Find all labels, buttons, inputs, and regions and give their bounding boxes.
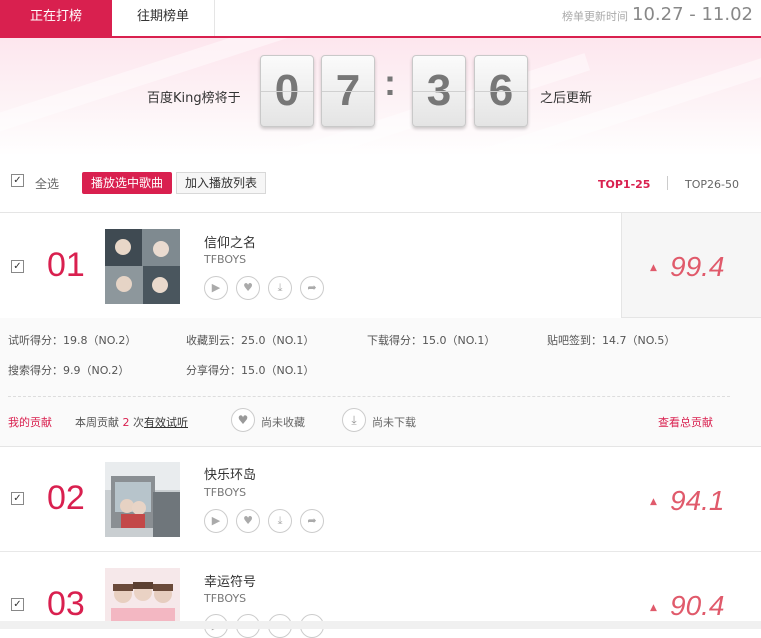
check-icon: ✓ (13, 261, 22, 272)
weekly-count: 2 (122, 416, 130, 429)
play-icon[interactable]: ▶ (204, 509, 228, 533)
check-icon: ✓ (13, 493, 22, 504)
up-arrow-icon: ▲ (650, 497, 657, 507)
rank-number-3: 03 (47, 585, 85, 623)
download-icon[interactable]: ⤓ (342, 408, 366, 432)
play-icon[interactable]: ▶ (204, 276, 228, 300)
countdown-prefix: 百度King榜将于 (147, 91, 241, 106)
update-time-label: 榜单更新时间 (562, 10, 628, 23)
tab-current-chart[interactable]: 正在打榜 (0, 0, 112, 36)
check-icon: ✓ (13, 175, 22, 186)
song-score-1: 99.4 (670, 251, 725, 282)
song-title-1[interactable]: 信仰之名 (204, 232, 256, 251)
stat-download: 下载得分：15.0（NO.1） (367, 334, 496, 347)
heart-icon[interactable]: ♥ (236, 276, 260, 300)
song-artist-3[interactable]: TFBOYS (204, 592, 246, 605)
add-to-playlist-button[interactable]: 加入播放列表 (176, 172, 266, 194)
song-artist-1[interactable]: TFBOYS (204, 253, 246, 266)
up-arrow-icon: ▲ (650, 603, 657, 613)
stat-share: 分享得分：15.0（NO.1） (186, 364, 315, 377)
status-bar (0, 621, 761, 629)
countdown-digit-1: 0 (260, 55, 314, 127)
heart-icon[interactable]: ♥ (231, 408, 255, 432)
share-icon[interactable]: ➦ (300, 509, 324, 533)
top-tab-bar: 正在打榜 往期榜单 榜单更新时间 10.27 - 11.02 (0, 0, 761, 38)
weekly-mid: 次 (133, 416, 144, 429)
countdown-colon: : (384, 62, 396, 103)
song-artist-2[interactable]: TFBOYS (204, 486, 246, 499)
update-time: 榜单更新时间 10.27 - 11.02 (562, 4, 753, 25)
song-score-2: 94.1 (670, 485, 725, 516)
song-score-3: 90.4 (670, 590, 725, 621)
song-title-3[interactable]: 幸运符号 (204, 571, 256, 590)
update-time-range: 10.27 - 11.02 (632, 4, 753, 25)
stat-listen: 试听得分：19.8（NO.2） (8, 334, 137, 347)
not-downloaded-label: 尚未下载 (372, 416, 416, 429)
not-collected-label: 尚未收藏 (261, 416, 305, 429)
heart-icon[interactable]: ♥ (236, 509, 260, 533)
album-cover-2[interactable] (105, 462, 180, 537)
album-cover-3[interactable] (105, 568, 180, 621)
tab-top26-50[interactable]: TOP26-50 (685, 178, 739, 191)
rank-number-1: 01 (47, 246, 85, 284)
play-selected-button[interactable]: 播放选中歌曲 (82, 172, 172, 194)
stat-collect: 收藏到云：25.0（NO.1） (186, 334, 315, 347)
countdown-suffix: 之后更新 (540, 91, 593, 106)
weekly-prefix: 本周贡献 (75, 416, 119, 429)
stat-search: 搜索得分：9.9（NO.2） (8, 364, 130, 377)
song-checkbox-1[interactable]: ✓ (11, 260, 24, 273)
download-icon[interactable]: ⤓ (268, 276, 292, 300)
stat-tieba: 贴吧签到：14.7（NO.5） (547, 334, 676, 347)
select-all-checkbox[interactable]: ✓ (11, 174, 24, 187)
select-all-label: 全选 (35, 177, 60, 191)
rank-number-2: 02 (47, 479, 85, 517)
weekly-contribution: 本周贡献 2 次有效试听 (75, 414, 188, 430)
tab-top1-25[interactable]: TOP1-25 (598, 178, 650, 191)
details-divider (8, 396, 730, 397)
tab-past-charts[interactable]: 往期榜单 (112, 0, 215, 36)
up-arrow-icon: ▲ (650, 263, 657, 273)
countdown-digit-4: 6 (474, 55, 528, 127)
countdown-banner (0, 38, 761, 156)
song-checkbox-2[interactable]: ✓ (11, 492, 24, 505)
range-divider (667, 176, 668, 190)
share-icon[interactable]: ➦ (300, 276, 324, 300)
check-icon: ✓ (13, 599, 22, 610)
countdown-digit-3: 3 (412, 55, 466, 127)
countdown-digit-2: 7 (321, 55, 375, 127)
song-title-2[interactable]: 快乐环岛 (204, 464, 256, 483)
download-icon[interactable]: ⤓ (268, 509, 292, 533)
view-total-contribution-link[interactable]: 查看总贡献 (658, 414, 713, 430)
valid-listen-link[interactable]: 有效试听 (144, 416, 188, 429)
album-cover-1[interactable] (105, 229, 180, 304)
my-contribution-label: 我的贡献 (8, 416, 52, 429)
song-checkbox-3[interactable]: ✓ (11, 598, 24, 611)
